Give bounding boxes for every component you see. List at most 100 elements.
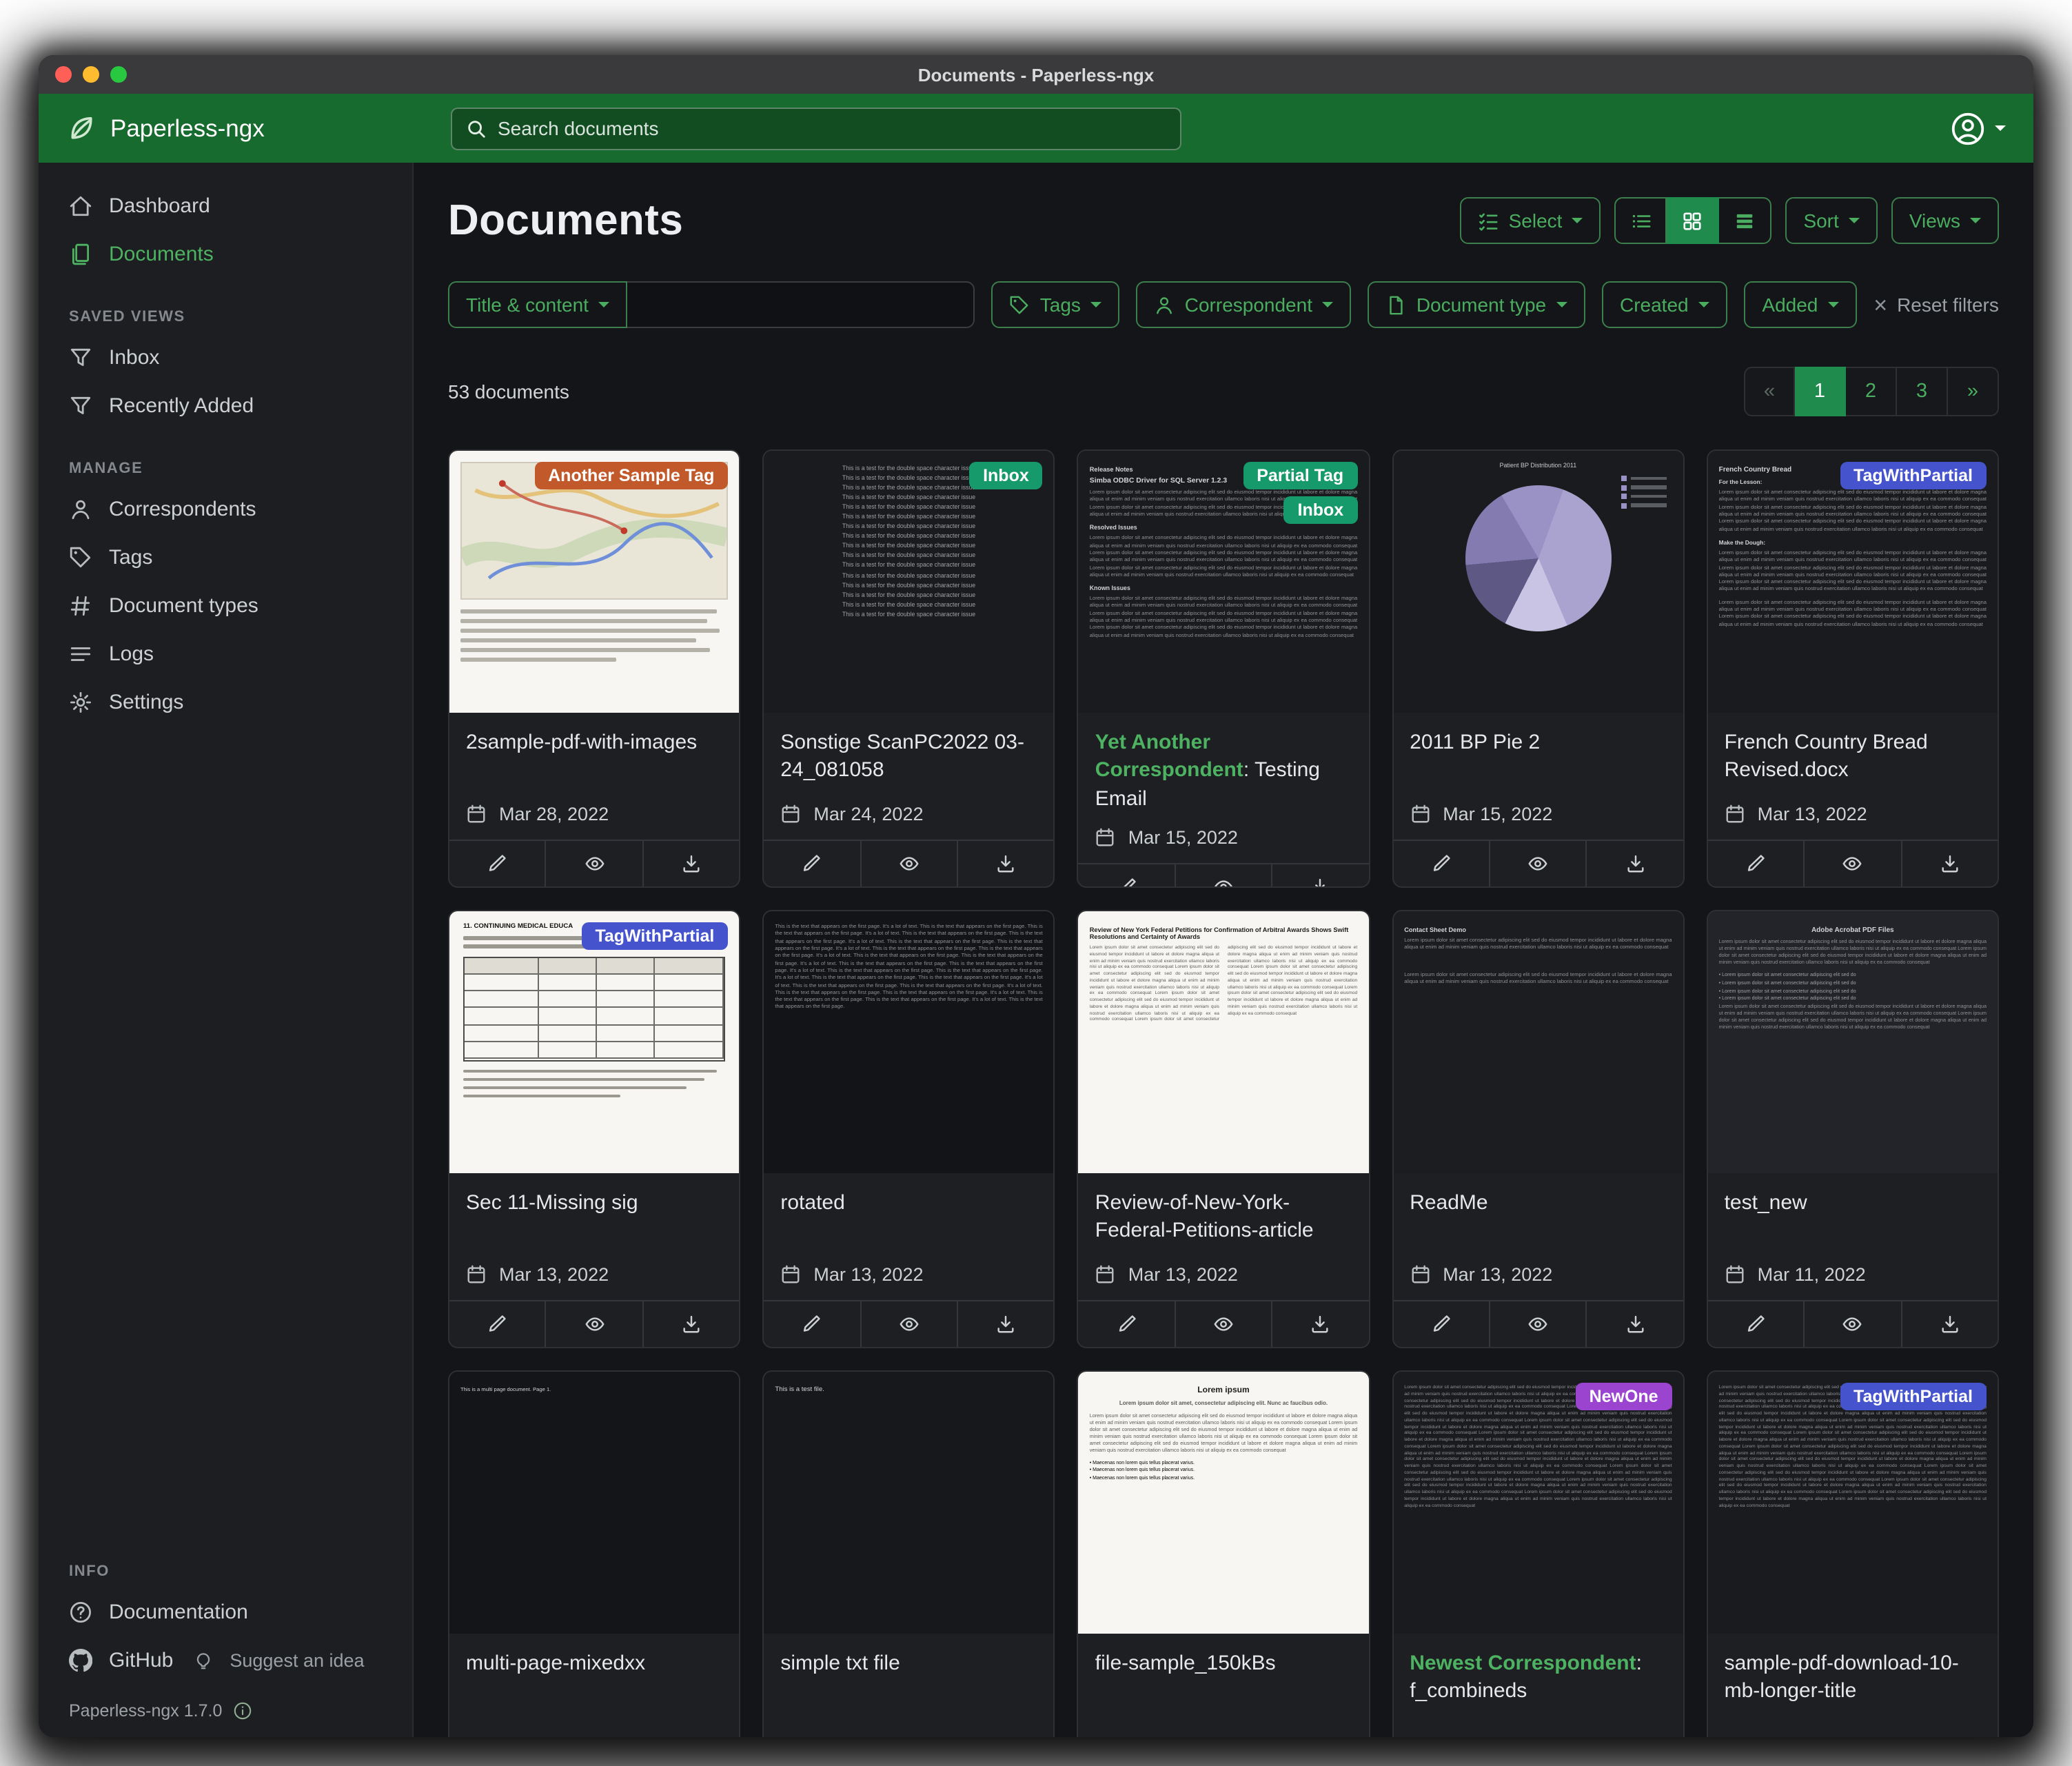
document-card[interactable]: French Country BreadFor the Lesson:Lorem… — [1707, 449, 1999, 888]
document-title[interactable]: Yet Another Correspondent: Testing Email — [1079, 713, 1368, 813]
detail-view-button[interactable] — [1719, 197, 1771, 244]
tag-badge[interactable]: TagWithPartial — [1840, 462, 1987, 489]
view-button[interactable] — [1803, 1301, 1900, 1347]
document-card[interactable]: Lorem ipsumLorem ipsum dolor sit amet, c… — [1077, 1370, 1370, 1737]
view-button[interactable] — [1175, 1301, 1272, 1347]
view-button[interactable] — [860, 841, 957, 886]
correspondent-filter-button[interactable]: Correspondent — [1137, 281, 1351, 328]
sidebar-item-document-types[interactable]: Document types — [39, 582, 412, 630]
views-button[interactable]: Views — [1891, 197, 1999, 244]
sidebar-item-recently-added[interactable]: Recently Added — [39, 382, 412, 430]
pagination-page-3[interactable]: 3 — [1897, 367, 1948, 416]
download-button[interactable] — [1271, 864, 1368, 889]
document-card[interactable]: This is a test file. simple txt file — [762, 1370, 1055, 1737]
edit-button[interactable] — [1708, 841, 1804, 886]
download-button[interactable] — [1586, 841, 1683, 886]
document-title[interactable]: simple txt file — [764, 1634, 1053, 1678]
download-button[interactable] — [1900, 1301, 1998, 1347]
download-button[interactable] — [1271, 1301, 1368, 1347]
edit-button[interactable] — [764, 1301, 860, 1347]
added-filter-button[interactable]: Added — [1744, 281, 1856, 328]
edit-button[interactable] — [449, 841, 545, 886]
document-title[interactable]: sample-pdf-download-10-mb-longer-title — [1708, 1634, 1998, 1706]
document-thumbnail[interactable]: This is a multi page document. Page 1. — [449, 1372, 739, 1634]
sort-button[interactable]: Sort — [1785, 197, 1877, 244]
search-input[interactable] — [498, 117, 1166, 139]
sidebar-item-github[interactable]: GitHub — [39, 1636, 187, 1685]
sidebar-item-correspondents[interactable]: Correspondents — [39, 485, 412, 534]
document-card[interactable]: Release NotesSimba ODBC Driver for SQL S… — [1077, 449, 1370, 888]
download-button[interactable] — [642, 841, 740, 886]
download-button[interactable] — [642, 1301, 740, 1347]
sidebar-item-logs[interactable]: Logs — [39, 630, 412, 678]
title-content-dropdown[interactable]: Title & content — [448, 281, 627, 328]
view-button[interactable] — [1175, 864, 1272, 889]
edit-button[interactable] — [1393, 1301, 1489, 1347]
close-window-button[interactable] — [55, 66, 72, 83]
document-title[interactable]: multi-page-mixedxx — [449, 1634, 739, 1678]
sidebar-item-documentation[interactable]: Documentation — [39, 1588, 412, 1636]
document-thumbnail[interactable]: Lorem ipsumLorem ipsum dolor sit amet, c… — [1079, 1372, 1368, 1634]
view-button[interactable] — [860, 1301, 957, 1347]
document-type-filter-button[interactable]: Document type — [1368, 281, 1585, 328]
sidebar-item-inbox[interactable]: Inbox — [39, 334, 412, 382]
sidebar-item-documents[interactable]: Documents — [39, 230, 412, 278]
tags-filter-button[interactable]: Tags — [992, 281, 1119, 328]
sidebar-item-dashboard[interactable]: Dashboard — [39, 182, 412, 230]
user-menu[interactable] — [1951, 111, 2033, 145]
sidebar-item-suggest-idea[interactable]: Suggest an idea — [187, 1638, 378, 1683]
view-button[interactable] — [545, 1301, 642, 1347]
document-card[interactable]: This is a multi page document. Page 1. m… — [448, 1370, 740, 1737]
document-card[interactable]: Adobe Acrobat PDF FilesLorem ipsum dolor… — [1707, 910, 1999, 1348]
tag-badge[interactable]: Inbox — [969, 462, 1043, 489]
pagination-page-1[interactable]: 1 — [1795, 367, 1846, 416]
document-thumbnail[interactable]: Contact Sheet DemoLorem ipsum dolor sit … — [1393, 911, 1683, 1173]
view-button[interactable] — [1489, 841, 1586, 886]
global-search[interactable] — [451, 107, 1181, 150]
edit-button[interactable] — [1079, 1301, 1175, 1347]
view-button[interactable] — [1803, 841, 1900, 886]
document-card[interactable]: Lorem ipsum dolor sit amet consectetur a… — [1392, 1370, 1684, 1737]
pagination-page-2[interactable]: 2 — [1846, 367, 1897, 416]
document-thumbnail[interactable]: 11. CONTINUING MEDICAL EDUCA TagWithPart… — [449, 911, 739, 1173]
tag-badge[interactable]: TagWithPartial — [1840, 1383, 1987, 1410]
edit-button[interactable] — [449, 1301, 545, 1347]
created-filter-button[interactable]: Created — [1602, 281, 1727, 328]
document-title[interactable]: Newest Correspondent: f_combineds — [1393, 1634, 1683, 1706]
document-card[interactable]: Contact Sheet DemoLorem ipsum dolor sit … — [1392, 910, 1684, 1348]
edit-button[interactable] — [1708, 1301, 1804, 1347]
document-thumbnail[interactable]: This is the text that appears on the fir… — [764, 911, 1053, 1173]
tag-badge[interactable]: TagWithPartial — [581, 922, 728, 950]
edit-button[interactable] — [764, 841, 860, 886]
zoom-window-button[interactable] — [110, 66, 127, 83]
document-card[interactable]: Patient BP Distribution 2011 2011 BP Pie… — [1392, 449, 1684, 888]
document-card[interactable]: 11. CONTINUING MEDICAL EDUCA TagWithPart… — [448, 910, 740, 1348]
tag-badge[interactable]: NewOne — [1576, 1383, 1672, 1410]
download-button[interactable] — [1586, 1301, 1683, 1347]
document-thumbnail[interactable]: French Country BreadFor the Lesson:Lorem… — [1708, 451, 1998, 713]
document-title[interactable]: Sonstige ScanPC2022 03-24_081058 — [764, 713, 1053, 785]
document-thumbnail[interactable]: This is a test file. — [764, 1372, 1053, 1634]
download-button[interactable] — [957, 1301, 1054, 1347]
info-circle-icon[interactable] — [233, 1701, 252, 1721]
document-title[interactable]: file-sample_150kBs — [1079, 1634, 1368, 1678]
pagination-next[interactable]: » — [1948, 367, 1999, 416]
download-button[interactable] — [957, 841, 1054, 886]
document-thumbnail[interactable]: Lorem ipsum dolor sit amet consectetur a… — [1393, 1372, 1683, 1634]
correspondent-link[interactable]: Newest Correspondent — [1410, 1652, 1636, 1675]
pagination-prev[interactable]: « — [1744, 367, 1795, 416]
view-button[interactable] — [545, 841, 642, 886]
document-thumbnail[interactable]: Lorem ipsum dolor sit amet consectetur a… — [1708, 1372, 1998, 1634]
tag-badge[interactable]: Another Sample Tag — [534, 462, 728, 489]
document-title[interactable]: Review-of-New-York-Federal-Petitions-art… — [1079, 1173, 1368, 1246]
title-content-input[interactable] — [627, 281, 975, 328]
document-card[interactable]: Another Sample Tag 2sample-pdf-with-imag… — [448, 449, 740, 888]
document-thumbnail[interactable]: Release NotesSimba ODBC Driver for SQL S… — [1079, 451, 1368, 713]
edit-button[interactable] — [1079, 864, 1175, 889]
document-title[interactable]: rotated — [764, 1173, 1053, 1218]
document-title[interactable]: French Country Bread Revised.docx — [1708, 713, 1998, 785]
document-thumbnail[interactable]: Another Sample Tag — [449, 451, 739, 713]
tag-badge[interactable]: Partial Tag — [1243, 462, 1357, 489]
app-logo[interactable]: Paperless-ngx — [39, 113, 414, 143]
list-view-button[interactable] — [1614, 197, 1667, 244]
